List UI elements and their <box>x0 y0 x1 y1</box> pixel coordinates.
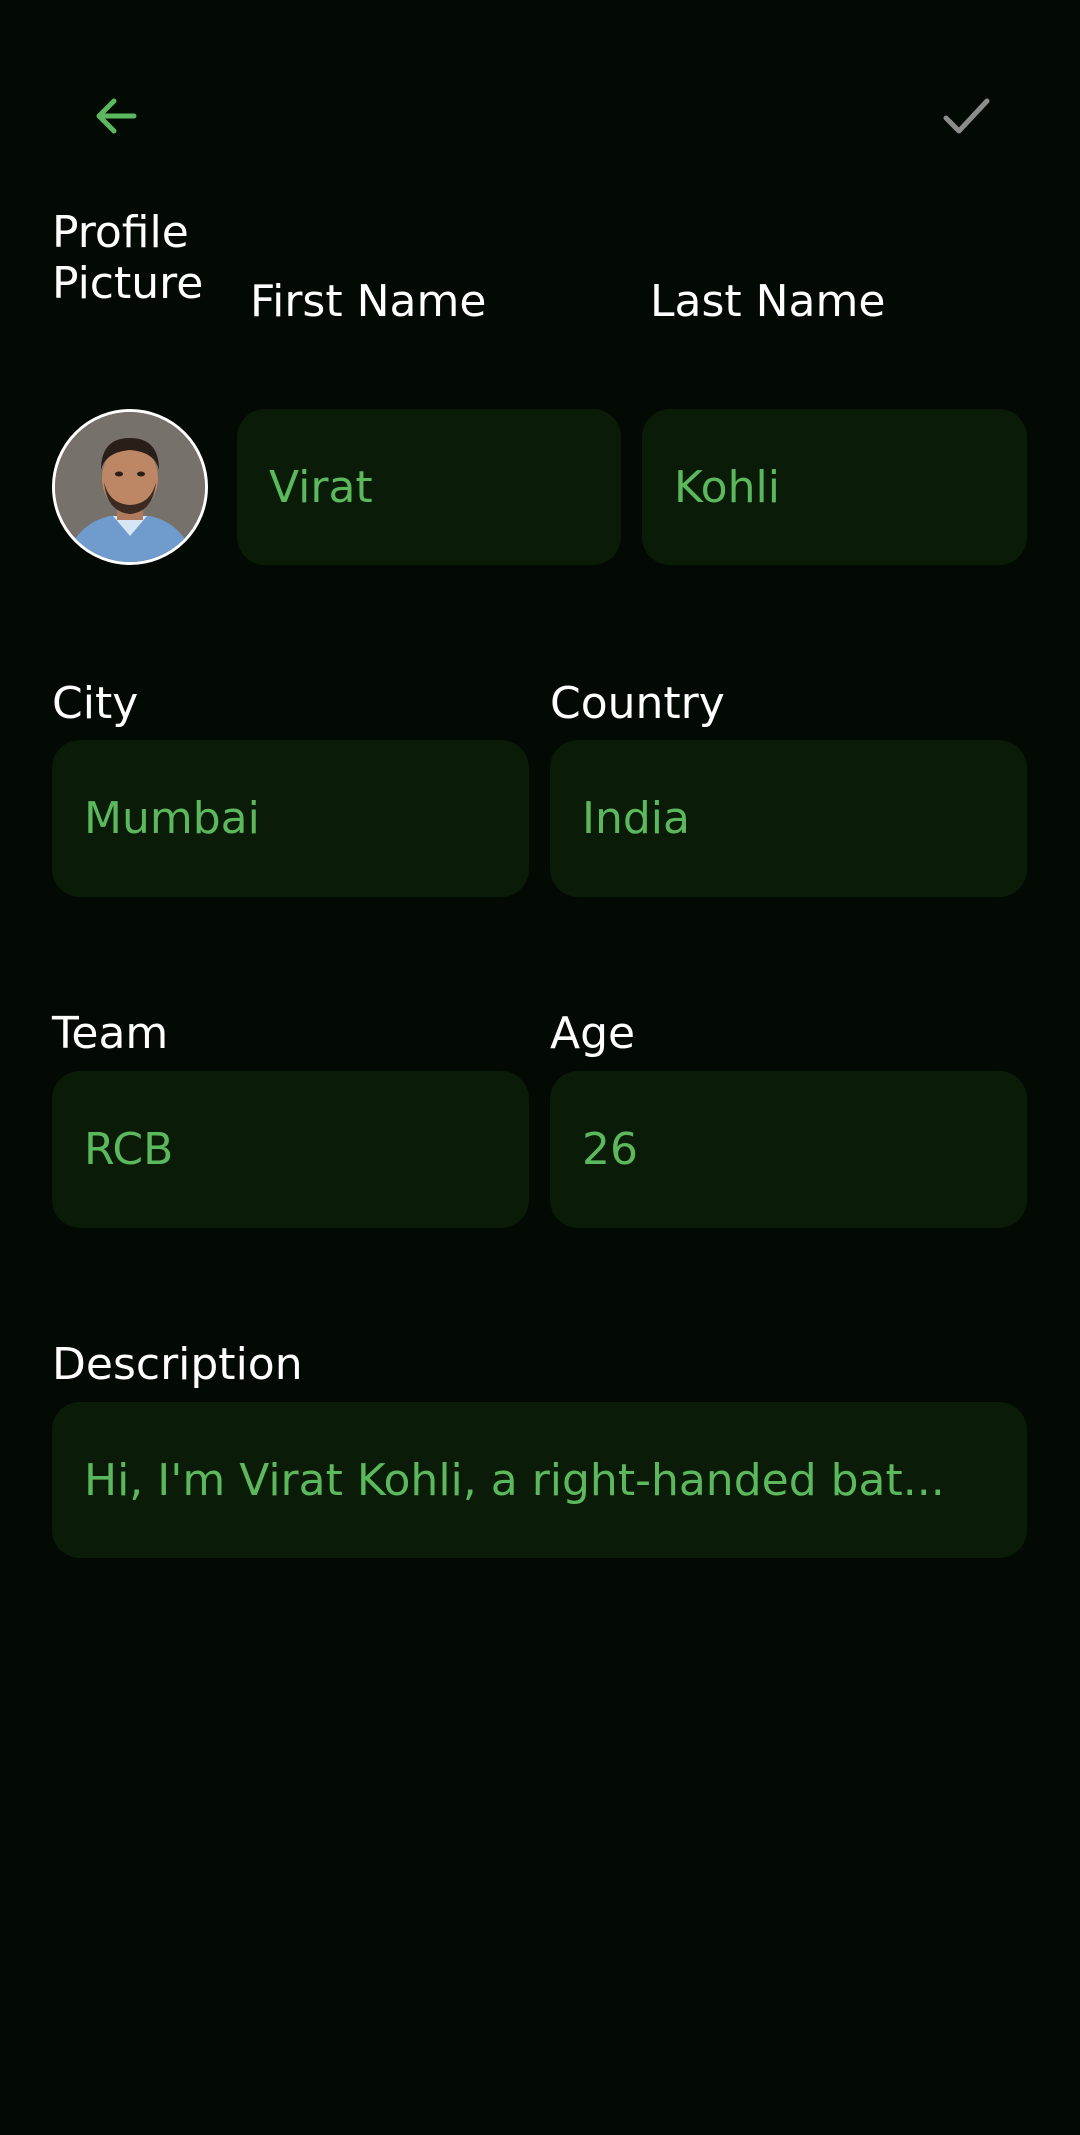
description-label: Description <box>52 1339 303 1390</box>
description-value: Hi, I'm Virat Kohli, a right-handed bat.… <box>84 1454 945 1506</box>
first-name-label: First Name <box>250 276 487 327</box>
description-field[interactable]: Hi, I'm Virat Kohli, a right-handed bat.… <box>52 1402 1027 1558</box>
back-button[interactable] <box>68 68 164 164</box>
age-label: Age <box>550 1008 636 1059</box>
last-name-value: Kohli <box>674 461 780 513</box>
last-name-field[interactable]: Kohli <box>642 409 1027 565</box>
team-value: RCB <box>84 1124 174 1175</box>
age-field[interactable]: 26 <box>550 1071 1027 1228</box>
last-name-label: Last Name <box>650 276 886 327</box>
save-button[interactable] <box>918 68 1014 164</box>
team-label: Team <box>52 1008 169 1059</box>
city-label: City <box>52 678 139 729</box>
avatar[interactable] <box>52 409 208 565</box>
city-field[interactable]: Mumbai <box>52 740 529 897</box>
arrow-left-icon <box>96 98 137 134</box>
country-value: India <box>582 793 690 844</box>
profile-picture-label: Profile Picture <box>52 207 204 309</box>
country-field[interactable]: India <box>550 740 1027 897</box>
team-field[interactable]: RCB <box>52 1071 529 1228</box>
profile-photo <box>55 412 205 562</box>
city-value: Mumbai <box>84 793 260 844</box>
first-name-value: Virat <box>269 461 373 513</box>
age-value: 26 <box>582 1124 638 1175</box>
first-name-field[interactable]: Virat <box>237 409 621 565</box>
country-label: Country <box>550 678 725 729</box>
check-icon <box>943 98 990 134</box>
